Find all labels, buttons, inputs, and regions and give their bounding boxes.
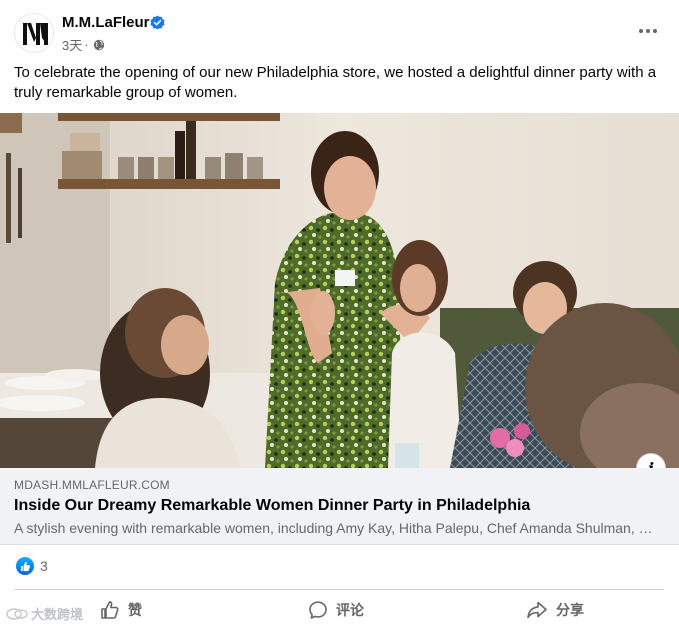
thumbs-up-icon <box>20 561 30 571</box>
comment-button[interactable]: 评论 <box>308 596 364 624</box>
page-name[interactable]: M.M.LaFleur <box>62 14 150 31</box>
share-label: 分享 <box>556 602 584 618</box>
share-icon <box>527 601 547 619</box>
post-photo[interactable] <box>0 113 679 468</box>
comment-label: 评论 <box>336 602 364 618</box>
watermark: 大数跨境 <box>6 604 83 623</box>
post-message: To celebrate the opening of our new Phil… <box>14 64 657 101</box>
post-timestamp[interactable]: 3天 <box>62 35 82 54</box>
link-preview-card[interactable]: MDASH.MMLAFLEUR.COM Inside Our Dreamy Re… <box>0 468 679 545</box>
share-button[interactable]: 分享 <box>526 596 584 624</box>
verified-badge-icon <box>150 15 165 30</box>
like-button[interactable]: 赞 <box>100 596 142 624</box>
like-reaction-icon <box>16 557 34 575</box>
like-label: 赞 <box>128 602 142 618</box>
page-avatar[interactable] <box>14 13 54 53</box>
post-actions-bar: 赞 评论 分享 <box>0 592 679 626</box>
more-options-button[interactable] <box>631 16 665 46</box>
watermark-text: 大数跨境 <box>31 607 84 622</box>
globe-icon <box>93 39 104 50</box>
actions-divider <box>14 589 664 590</box>
link-description: A stylish evening with remarkable women,… <box>14 520 654 536</box>
post-header: M.M.LaFleur 3天 · <box>0 0 679 60</box>
link-title[interactable]: Inside Our Dreamy Remarkable Women Dinne… <box>14 497 530 515</box>
post-meta: 3天 · <box>62 35 105 54</box>
like-icon <box>101 601 119 619</box>
link-domain: MDASH.MMLAFLEUR.COM <box>14 478 170 492</box>
more-dots-icon <box>639 29 657 33</box>
reaction-summary[interactable]: 3 <box>16 557 48 575</box>
dinner-party-photo <box>0 113 679 468</box>
watermark-logo-icon <box>6 607 28 620</box>
meta-separator: · <box>84 37 89 52</box>
mm-lafleur-logo <box>15 14 53 52</box>
comment-icon <box>309 601 327 619</box>
reaction-count: 3 <box>40 558 48 574</box>
